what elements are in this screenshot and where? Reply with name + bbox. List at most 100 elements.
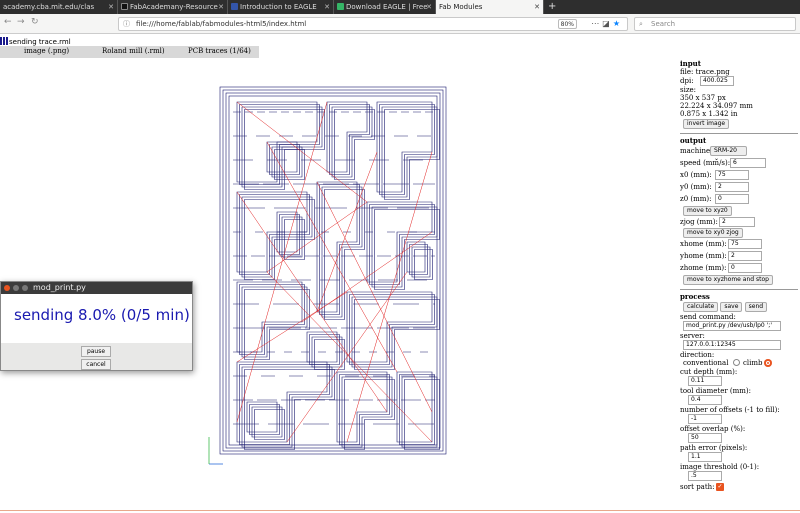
- search-input[interactable]: ⌕ Search: [634, 17, 796, 31]
- close-icon[interactable]: ✕: [534, 0, 540, 14]
- tab-fabacademany[interactable]: FabAcademany-Resource ✕: [118, 0, 228, 14]
- conventional-radio[interactable]: [733, 359, 740, 366]
- speed-label: speed (mm/s):: [680, 159, 731, 167]
- pause-button[interactable]: pause: [81, 346, 111, 357]
- search-icon: ⌕: [639, 20, 643, 28]
- trace-path: [321, 186, 363, 318]
- cancel-button[interactable]: cancel: [81, 359, 111, 370]
- xhome-label: xhome (mm):: [680, 240, 727, 248]
- machine-value: SRM-20: [714, 147, 737, 154]
- zhome-input[interactable]: 0: [728, 263, 762, 273]
- threshold-input[interactable]: .5: [688, 471, 722, 481]
- rapid-move: [236, 291, 348, 363]
- speed-input[interactable]: 6: [730, 158, 766, 168]
- back-arrow-icon[interactable]: ←: [4, 17, 12, 27]
- progress-message: sending 8.0% (0/5 min): [14, 306, 190, 324]
- zjog-label: zjog (mm):: [680, 218, 718, 226]
- trace-path: [331, 106, 373, 178]
- trace-path: [239, 284, 305, 355]
- page-icon: [231, 3, 238, 10]
- climb-radio[interactable]: [764, 359, 772, 367]
- sort-path-checkbox[interactable]: ✓: [716, 483, 724, 491]
- tab-pcb-traces[interactable]: PCB traces (1/64): [188, 46, 251, 57]
- cut-depth-input[interactable]: 0.11: [688, 376, 722, 386]
- send-button[interactable]: send: [744, 302, 768, 312]
- zoom-indicator[interactable]: 80%: [557, 19, 577, 29]
- maximize-window-icon[interactable]: [22, 285, 28, 291]
- pcb-traces: [233, 101, 440, 450]
- more-icon[interactable]: ⋯: [591, 19, 602, 28]
- tab-label: Download EAGLE | Free: [346, 3, 428, 11]
- divider: [680, 133, 798, 134]
- tool-diameter-label: tool diameter (mm):: [680, 387, 752, 395]
- reload-icon[interactable]: ↻: [31, 17, 39, 27]
- tab-eagle-intro[interactable]: Introduction to EAGLE ✕: [228, 0, 334, 14]
- url-bar[interactable]: ⓘ file:///home/fablab/fabmodules-html5/i…: [118, 17, 628, 31]
- tool-diameter-input[interactable]: 0.4: [688, 395, 722, 405]
- trace-path: [246, 401, 278, 433]
- size-px: 350 x 537 px: [680, 94, 726, 102]
- dpi-input[interactable]: 400.025: [700, 76, 734, 86]
- yhome-input[interactable]: 2: [728, 251, 762, 261]
- module-tabs: image (.png) Roland mill (.rml) PCB trac…: [0, 46, 259, 58]
- x0-input[interactable]: 75: [715, 170, 749, 180]
- tab-fab-modules[interactable]: Fab Modules ✕: [436, 0, 544, 14]
- send-command-label: send command:: [680, 313, 736, 321]
- close-window-icon[interactable]: [4, 285, 10, 291]
- xhome-input[interactable]: 75: [728, 239, 762, 249]
- z0-input[interactable]: 0: [715, 194, 749, 204]
- origin-axes-icon: [208, 437, 223, 465]
- tab-eagle-download[interactable]: Download EAGLE | Free ✕: [334, 0, 436, 14]
- trace-path: [251, 406, 283, 438]
- overlap-input[interactable]: 50: [688, 433, 722, 443]
- threshold-label: image threshold (0-1):: [680, 463, 760, 471]
- machine-select[interactable]: SRM-20 ⌄: [710, 146, 747, 162]
- move-xyzhome-button[interactable]: move to xyzhome and stop: [683, 275, 773, 285]
- toolpath-preview: [208, 86, 447, 465]
- browser-tab-bar: academy.cba.mit.edu/clas ✕ FabAcademany-…: [0, 0, 800, 14]
- dialog-body: sending 8.0% (0/5 min): [1, 294, 192, 343]
- move-xyz0-button[interactable]: move to xyz0: [683, 206, 732, 216]
- input-file: file: trace.png: [680, 68, 730, 76]
- invert-image-button[interactable]: invert image: [683, 119, 730, 129]
- calculate-button[interactable]: calculate: [683, 302, 719, 312]
- url-text: file:///home/fablab/fabmodules-html5/ind…: [136, 20, 307, 28]
- yhome-label: yhome (mm):: [680, 252, 727, 260]
- save-button[interactable]: save: [720, 302, 743, 312]
- minimize-window-icon[interactable]: [13, 285, 19, 291]
- sort-path-label: sort path:: [680, 483, 715, 491]
- trace-path: [271, 146, 303, 178]
- info-icon[interactable]: ⓘ: [123, 18, 130, 30]
- path-error-label: path error (pixels):: [680, 444, 748, 452]
- tab-roland-mill[interactable]: Roland mill (.rml): [102, 46, 165, 57]
- bookmark-star-icon[interactable]: ★: [613, 19, 623, 28]
- offsets-input[interactable]: -1: [688, 414, 722, 424]
- y0-label: y0 (mm):: [680, 183, 712, 191]
- close-icon[interactable]: ✕: [218, 0, 224, 14]
- tab-image[interactable]: image (.png): [24, 46, 69, 57]
- pocket-icon[interactable]: ◪: [602, 19, 613, 28]
- y0-input[interactable]: 2: [715, 182, 749, 192]
- bottom-border: [0, 510, 800, 511]
- tab-academy[interactable]: academy.cba.mit.edu/clas ✕: [0, 0, 118, 14]
- trace-path: [254, 409, 285, 440]
- zhome-label: zhome (mm):: [680, 264, 727, 272]
- close-icon[interactable]: ✕: [324, 0, 330, 14]
- size-mm: 22.224 x 34.097 mm: [680, 102, 753, 110]
- tab-label: Fab Modules: [439, 3, 483, 11]
- tab-label: FabAcademany-Resource: [130, 3, 218, 11]
- close-icon[interactable]: ✕: [426, 0, 432, 14]
- path-error-input[interactable]: 1.1: [688, 452, 722, 462]
- size-label: size:: [680, 86, 697, 94]
- server-input[interactable]: 127.0.0.1:12345: [683, 340, 781, 350]
- x0-label: x0 (mm):: [680, 171, 712, 179]
- close-icon[interactable]: ✕: [108, 0, 114, 14]
- trace-path: [306, 331, 338, 363]
- move-xy0-zjog-button[interactable]: move to xy0 zjog: [683, 228, 743, 238]
- zjog-input[interactable]: 2: [719, 217, 755, 227]
- machine-label: machine: [680, 147, 711, 155]
- forward-arrow-icon[interactable]: →: [17, 17, 25, 27]
- send-command-input[interactable]: mod_print.py /dev/usb/lp0 ';': [683, 321, 781, 331]
- server-label: server:: [680, 332, 705, 340]
- new-tab-button[interactable]: +: [548, 0, 556, 14]
